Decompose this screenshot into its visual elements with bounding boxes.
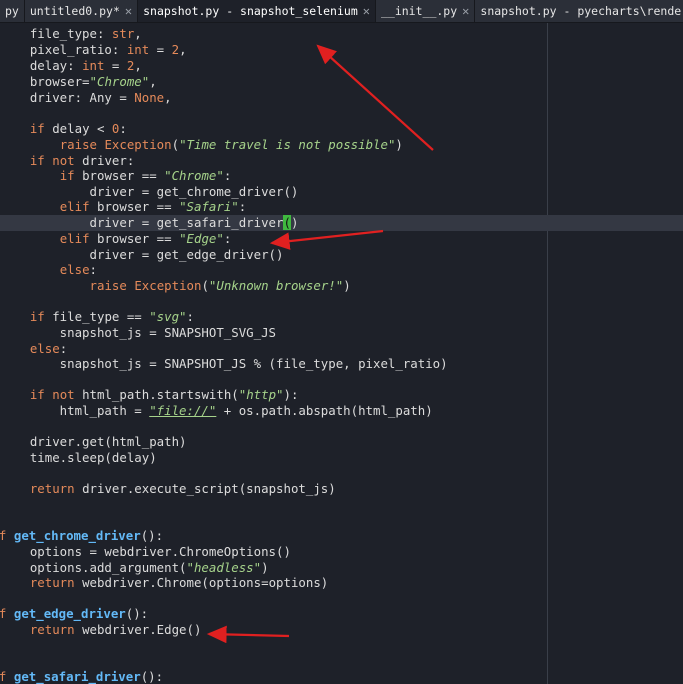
red-arrow-top xyxy=(316,44,434,151)
red-arrow-middle xyxy=(269,229,384,250)
annotation-arrows xyxy=(206,44,434,644)
red-arrow-bottom xyxy=(206,625,290,644)
